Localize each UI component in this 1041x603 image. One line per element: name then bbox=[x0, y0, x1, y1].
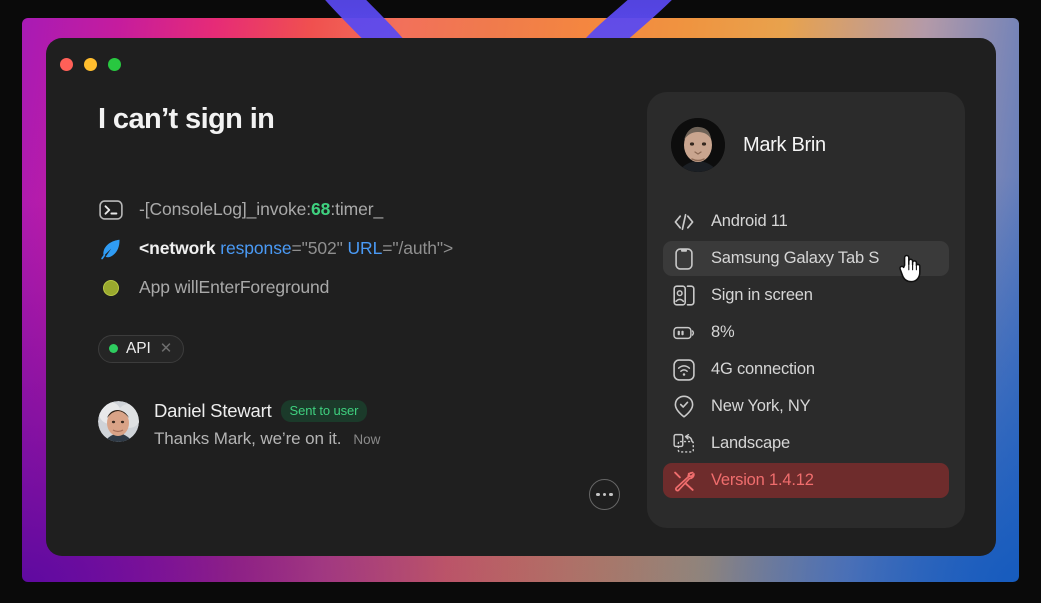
feather-icon bbox=[98, 236, 123, 261]
panel-item-battery[interactable]: 8% bbox=[663, 315, 949, 350]
screen-user-icon bbox=[673, 285, 695, 307]
filter-chip-row: API ✕ bbox=[98, 334, 658, 363]
window-controls bbox=[60, 58, 121, 71]
page-title: I can’t sign in bbox=[98, 103, 275, 135]
dot bbox=[602, 492, 607, 497]
app-window: I can’t sign in -[ConsoleLog]_invoke:68:… bbox=[46, 38, 996, 556]
avatar bbox=[98, 401, 139, 442]
message-text: Thanks Mark, we’re on it. bbox=[154, 429, 342, 448]
wifi-icon bbox=[673, 358, 695, 381]
message-author: Daniel Stewart bbox=[154, 400, 272, 421]
chip-remove-icon[interactable]: ✕ bbox=[160, 341, 173, 356]
message-body: Daniel Stewart Sent to user Thanks Mark,… bbox=[154, 400, 618, 449]
panel-item-label: Landscape bbox=[711, 434, 790, 452]
log-text: App willEnterForeground bbox=[139, 277, 330, 298]
message-header: Daniel Stewart Sent to user bbox=[154, 400, 618, 422]
log-row[interactable]: <network response="502" URL="/auth"> bbox=[98, 236, 658, 262]
panel-item-device-model[interactable]: Samsung Galaxy Tab S bbox=[663, 241, 949, 276]
panel-item-connection[interactable]: 4G connection bbox=[663, 352, 949, 387]
filter-chip-api[interactable]: API ✕ bbox=[98, 334, 185, 363]
panel-user-name: Mark Brin bbox=[743, 133, 826, 156]
rotate-icon bbox=[673, 433, 695, 455]
panel-item-label: Android 11 bbox=[711, 212, 788, 230]
log-row[interactable]: -[ConsoleLog]_invoke:68:timer_ bbox=[98, 197, 658, 223]
dot bbox=[609, 492, 613, 497]
log-list: -[ConsoleLog]_invoke:68:timer_ <network … bbox=[98, 197, 658, 301]
panel-item-version[interactable]: Version 1.4.12 bbox=[663, 463, 949, 498]
panel-item-android-version[interactable]: Android 11 bbox=[663, 204, 949, 239]
panel-item-label: 4G connection bbox=[711, 360, 815, 378]
panel-user-header[interactable]: Mark Brin bbox=[663, 118, 949, 172]
close-button[interactable] bbox=[60, 58, 73, 71]
log-text: -[ConsoleLog]_invoke:68:timer_ bbox=[139, 199, 384, 220]
location-icon bbox=[673, 395, 695, 418]
panel-item-orientation[interactable]: Landscape bbox=[663, 426, 949, 461]
panel-item-label: Version 1.4.12 bbox=[711, 471, 814, 489]
panel-item-label: 8% bbox=[711, 323, 735, 341]
tools-icon bbox=[673, 470, 695, 492]
message-item: Daniel Stewart Sent to user Thanks Mark,… bbox=[98, 400, 618, 449]
zoom-button[interactable] bbox=[108, 58, 121, 71]
phone-icon bbox=[673, 247, 695, 270]
device-info-list: Android 11 Samsung Galaxy Tab S Sign in … bbox=[663, 204, 949, 498]
chip-status-dot bbox=[109, 344, 118, 354]
log-row[interactable]: App willEnterForeground bbox=[98, 275, 658, 301]
terminal-icon bbox=[98, 197, 123, 222]
panel-item-screen[interactable]: Sign in screen bbox=[663, 278, 949, 313]
status-circle-icon bbox=[98, 275, 123, 300]
device-info-panel: Mark Brin Android 11 Samsung Galaxy Tab … bbox=[647, 92, 965, 528]
minimize-button[interactable] bbox=[84, 58, 97, 71]
panel-item-location[interactable]: New York, NY bbox=[663, 389, 949, 424]
chip-label: API bbox=[126, 339, 151, 357]
message-footer: Thanks Mark, we’re on it. Now bbox=[154, 429, 618, 449]
code-icon bbox=[673, 211, 695, 233]
more-options-button[interactable] bbox=[589, 479, 620, 510]
main-content: I can’t sign in -[ConsoleLog]_invoke:68:… bbox=[98, 103, 658, 363]
panel-item-label: Samsung Galaxy Tab S bbox=[711, 249, 880, 267]
message-timestamp: Now bbox=[353, 432, 381, 447]
dot bbox=[596, 492, 600, 497]
panel-item-label: Sign in screen bbox=[711, 286, 813, 304]
log-text: <network response="502" URL="/auth"> bbox=[139, 238, 454, 259]
battery-icon bbox=[673, 322, 695, 344]
status-badge: Sent to user bbox=[280, 400, 368, 422]
panel-item-label: New York, NY bbox=[711, 397, 811, 415]
screenshot-root: I can’t sign in -[ConsoleLog]_invoke:68:… bbox=[0, 0, 1041, 603]
avatar bbox=[671, 118, 725, 172]
